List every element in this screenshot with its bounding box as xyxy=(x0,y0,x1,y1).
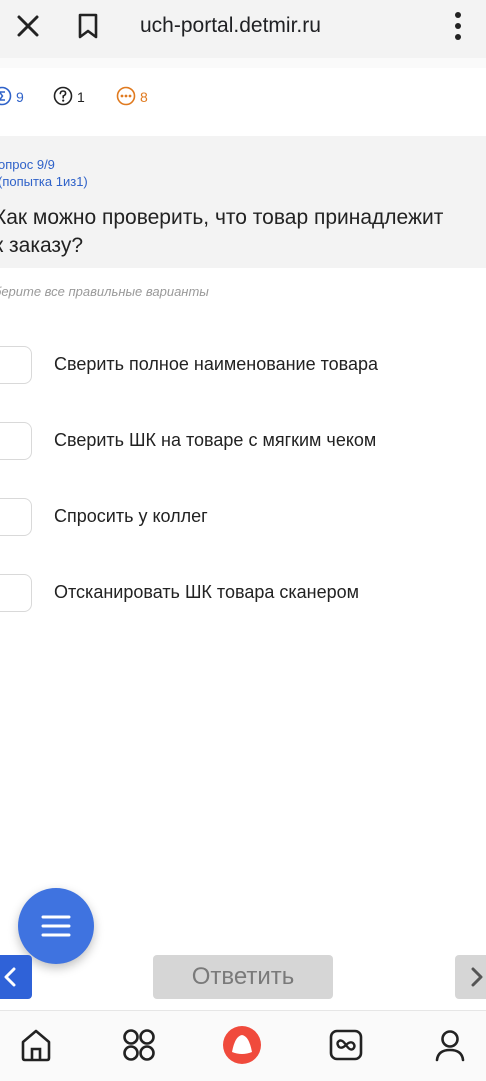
question-panel: опрос 9/9 (попытка 1из1) Как можно прове… xyxy=(0,136,486,268)
stat-sigma-value: 9 xyxy=(16,89,24,105)
more-vert-icon[interactable] xyxy=(450,10,466,42)
option-label: Отсканировать ШК товара сканером xyxy=(54,582,359,602)
tabs-infinity-icon[interactable] xyxy=(326,1025,366,1065)
hamburger-icon xyxy=(41,915,71,937)
answer-option-4[interactable]: Отсканировать ШК товара сканером xyxy=(0,570,486,618)
option-label: Спросить у коллег xyxy=(54,506,208,526)
browser-toolbar: uch-portal.detmir.ru xyxy=(0,0,486,58)
address-bar-url[interactable]: uch-portal.detmir.ru xyxy=(140,12,321,40)
profile-icon[interactable] xyxy=(430,1025,470,1065)
next-question-button[interactable] xyxy=(455,955,486,999)
answer-button[interactable]: Ответить xyxy=(153,955,333,999)
stat-question-value: 1 xyxy=(77,89,85,105)
previous-question-button[interactable] xyxy=(0,955,32,999)
answer-option-1[interactable]: Сверить полное наименование товара xyxy=(0,342,486,390)
answer-option-2[interactable]: Сверить ШК на товаре с мягким чеком xyxy=(0,418,486,466)
question-hint: берите все правильные варианты xyxy=(0,284,209,299)
bookmark-icon[interactable] xyxy=(76,12,100,40)
option-checkbox[interactable] xyxy=(0,574,32,612)
option-checkbox[interactable] xyxy=(0,346,32,384)
question-attempt: (попытка 1из1) xyxy=(0,174,88,189)
option-label: Сверить полное наименование товара xyxy=(54,354,379,374)
option-label: Сверить ШК на товаре с мягким чеком xyxy=(54,430,377,450)
answer-option-3[interactable]: Спросить у коллег xyxy=(0,494,486,542)
question-text: Как можно проверить, что товар принадлеж… xyxy=(0,206,444,257)
chevron-left-icon xyxy=(4,967,16,987)
sigma-icon xyxy=(0,86,12,106)
question-number: опрос 9/9 xyxy=(0,157,55,172)
chevron-right-icon xyxy=(471,967,483,987)
option-checkbox[interactable] xyxy=(0,422,32,460)
stats-row: 9 1 8 xyxy=(0,74,486,114)
bottom-navigation xyxy=(0,1010,486,1081)
toolbar-divider xyxy=(0,58,486,68)
option-checkbox[interactable] xyxy=(0,498,32,536)
menu-fab-button[interactable] xyxy=(18,888,94,964)
close-icon[interactable] xyxy=(14,12,42,40)
stat-more-value: 8 xyxy=(140,89,148,105)
alice-assistant-icon[interactable] xyxy=(222,1025,262,1065)
apps-grid-icon[interactable] xyxy=(119,1025,159,1065)
question-icon xyxy=(53,86,73,106)
more-horiz-icon xyxy=(116,86,136,106)
home-icon[interactable] xyxy=(16,1025,56,1065)
